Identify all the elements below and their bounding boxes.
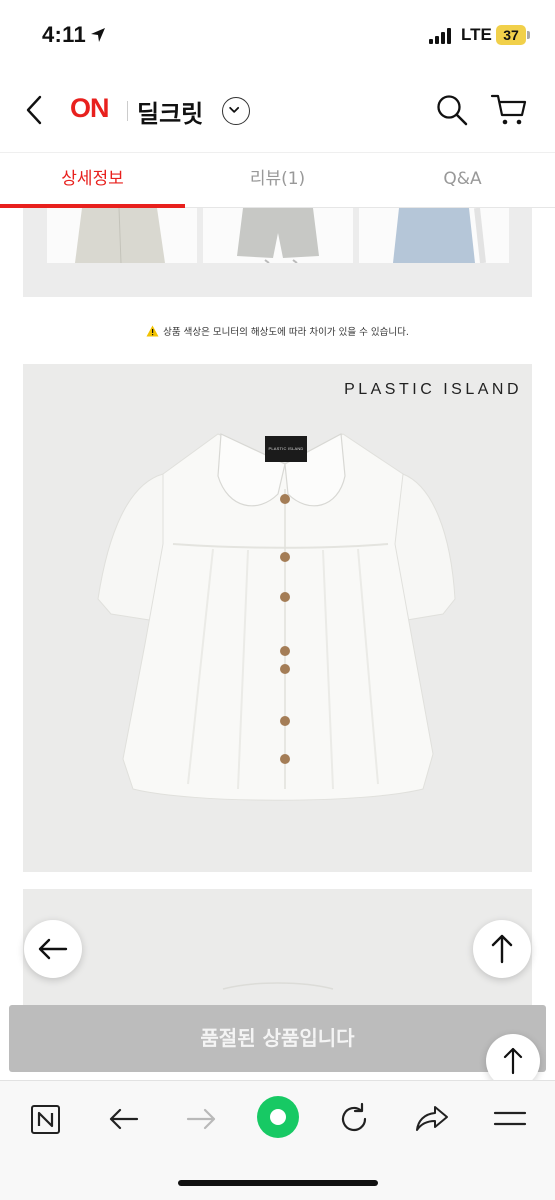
arrow-left-icon[interactable] bbox=[104, 1099, 144, 1139]
thumb-shorts-image bbox=[237, 208, 319, 263]
related-product-thumb[interactable] bbox=[47, 208, 197, 263]
arrow-up-icon bbox=[491, 934, 513, 964]
status-time: 4:11 bbox=[42, 22, 87, 47]
related-product-thumb[interactable] bbox=[203, 208, 353, 263]
soldout-bar: 품절된 상품입니다 bbox=[9, 1005, 546, 1072]
share-icon[interactable] bbox=[412, 1099, 452, 1139]
warning-icon bbox=[146, 325, 159, 337]
cart-icon[interactable] bbox=[490, 92, 528, 128]
color-notice-text: 상품 색상은 모니터의 해상도에 따라 차이가 있을 수 있습니다. bbox=[163, 327, 409, 338]
battery-tip bbox=[527, 31, 530, 39]
scroll-top-button[interactable] bbox=[473, 920, 531, 978]
status-bar: 4:11 LTE 37 bbox=[0, 0, 555, 70]
related-products-panel bbox=[23, 208, 532, 297]
home-indicator bbox=[178, 1180, 378, 1186]
product-detail-content[interactable]: 상품 색상은 모니터의 해상도에 따라 차이가 있을 수 있습니다. PLAST… bbox=[0, 208, 555, 1005]
arrow-left-icon bbox=[38, 938, 68, 960]
location-arrow-icon bbox=[91, 28, 105, 42]
search-icon[interactable] bbox=[434, 92, 470, 128]
battery-icon: 37 bbox=[496, 25, 526, 45]
thumb-pants-image bbox=[75, 208, 165, 263]
tab-qna[interactable]: Q&A bbox=[370, 153, 555, 209]
network-type: LTE bbox=[461, 25, 492, 44]
neck-label-text: PLASTIC ISLAND bbox=[268, 446, 304, 451]
back-chevron-icon[interactable] bbox=[20, 90, 50, 130]
chevron-down-icon bbox=[229, 106, 240, 113]
brand-dropdown-button[interactable] bbox=[222, 97, 250, 125]
tab-review[interactable]: 리뷰(1) bbox=[185, 153, 370, 209]
app-header: ON 딜크릿 bbox=[0, 70, 555, 152]
scroll-back-button[interactable] bbox=[24, 920, 82, 978]
tab-bar: 상세정보 리뷰(1) Q&A bbox=[0, 152, 555, 208]
logo-divider bbox=[127, 101, 128, 121]
arrow-right-icon[interactable] bbox=[181, 1099, 221, 1139]
tab-detail[interactable]: 상세정보 bbox=[0, 153, 185, 209]
related-product-thumb[interactable] bbox=[359, 208, 509, 263]
photo2-image bbox=[222, 982, 334, 990]
naver-n-icon[interactable] bbox=[26, 1099, 66, 1139]
brand-title[interactable]: 딜크릿 bbox=[137, 94, 203, 129]
color-notice: 상품 색상은 모니터의 해상도에 따라 차이가 있을 수 있습니다. bbox=[0, 324, 555, 338]
signal-icon bbox=[429, 28, 455, 44]
product-photo: PLASTIC ISLAND PLASTIC ISLAND bbox=[23, 364, 532, 872]
thumb-jeans-image bbox=[393, 208, 486, 263]
green-dot-icon[interactable] bbox=[256, 1095, 300, 1139]
refresh-icon[interactable] bbox=[334, 1099, 374, 1139]
product-photo-2 bbox=[23, 889, 532, 1005]
menu-icon[interactable] bbox=[490, 1099, 530, 1139]
blouse-image bbox=[97, 433, 456, 801]
logo-on[interactable]: ON bbox=[70, 93, 109, 124]
